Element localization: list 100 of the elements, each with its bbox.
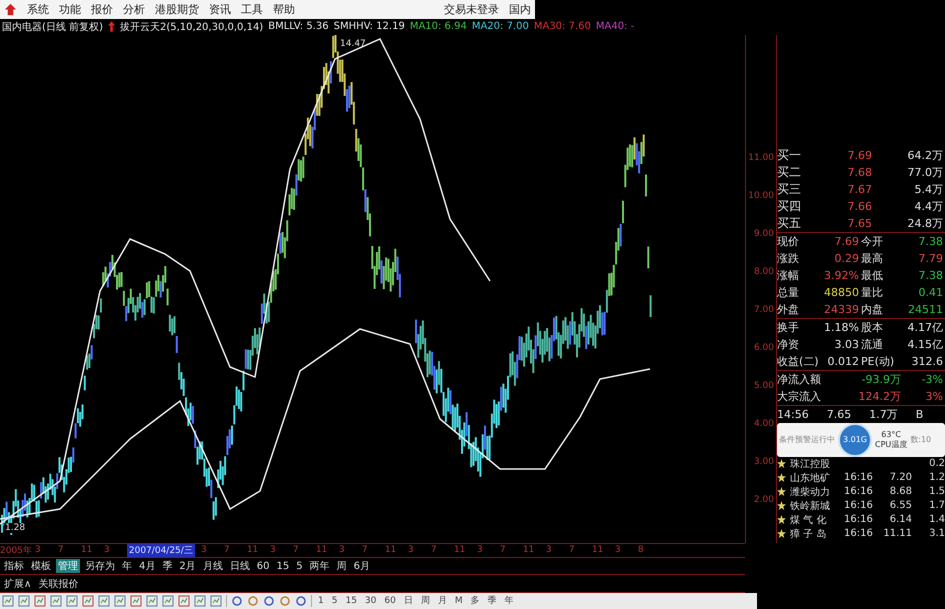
period-tab[interactable]: 模板 bbox=[29, 559, 53, 574]
period-tab[interactable]: 日线 bbox=[228, 559, 252, 574]
period-button[interactable]: 日 bbox=[402, 594, 415, 608]
toolbar-icon[interactable] bbox=[210, 594, 222, 607]
watchlist-row[interactable]: 山东地矿 16:16 7.20 1.2 bbox=[777, 470, 945, 485]
period-button[interactable]: 年 bbox=[502, 594, 516, 608]
quote-label: 今开 bbox=[861, 234, 884, 249]
period-button[interactable]: 周 bbox=[418, 594, 432, 608]
toolbar-icon[interactable] bbox=[34, 594, 46, 607]
menu-item[interactable]: 资讯 bbox=[209, 2, 231, 18]
period-tab[interactable]: 管理 bbox=[56, 559, 80, 574]
period-tab[interactable]: 4月 bbox=[137, 559, 158, 574]
menu-item[interactable]: 系统 bbox=[27, 2, 49, 18]
period-tab[interactable]: 15 bbox=[274, 559, 292, 574]
period-tab[interactable]: 指标 bbox=[2, 559, 26, 574]
period-button[interactable]: 5 bbox=[330, 596, 340, 606]
menu-item[interactable]: 帮助 bbox=[273, 2, 295, 18]
toolbar-icon[interactable] bbox=[178, 594, 190, 607]
period-button[interactable]: 季 bbox=[486, 594, 499, 608]
watchlist-row[interactable]: 煤 气 化 16:16 6.14 1.4 bbox=[777, 512, 945, 527]
bid-label: 买四 bbox=[777, 198, 802, 215]
quote-value: 48850 bbox=[823, 286, 860, 299]
time-axis-label: 7 bbox=[224, 545, 231, 556]
bid-price: 7.69 bbox=[846, 148, 872, 162]
price-axis-label: 7.00 bbox=[754, 304, 774, 315]
menu-item[interactable]: 报价 bbox=[91, 2, 113, 18]
menu-item[interactable]: 功能 bbox=[59, 2, 81, 18]
quote-label: 最低 bbox=[861, 268, 884, 283]
period-button[interactable]: 30 bbox=[362, 596, 378, 606]
menu-item[interactable]: 交易未登录 bbox=[444, 2, 499, 18]
bid-volume: 4.4万 bbox=[914, 198, 944, 214]
period-button[interactable]: 多 bbox=[468, 594, 482, 608]
period-tab[interactable]: 60 bbox=[254, 559, 272, 574]
toolbar-icon[interactable] bbox=[50, 594, 62, 607]
period-tab[interactable]: 6月 bbox=[352, 559, 372, 574]
toolbar-icon[interactable] bbox=[231, 594, 243, 607]
quote-label: 内盘 bbox=[861, 302, 884, 317]
tick-value: 14:56 bbox=[777, 408, 809, 421]
star-icon bbox=[777, 501, 786, 510]
toolbar-icon[interactable] bbox=[194, 594, 206, 607]
toolbar-icon[interactable] bbox=[247, 594, 259, 607]
time-axis-label: 11 bbox=[522, 545, 536, 556]
period-tab[interactable]: 5 bbox=[294, 559, 305, 574]
time-axis-label: 7 bbox=[58, 545, 65, 556]
toolbar-icon[interactable] bbox=[295, 594, 307, 607]
time-axis-label: 2005年 bbox=[0, 544, 33, 557]
bid-volume: 64.2万 bbox=[906, 148, 944, 163]
toolbar-icon[interactable] bbox=[82, 594, 94, 607]
period-tab[interactable]: 另存为 bbox=[83, 559, 117, 574]
period-tab[interactable]: 年 bbox=[120, 559, 134, 574]
watchlist-row[interactable]: 珠江控股 0.2 bbox=[777, 456, 945, 471]
period-tab[interactable]: 两年 bbox=[308, 559, 332, 574]
toolbar-icon[interactable] bbox=[162, 594, 174, 607]
time-axis-label: 8 bbox=[638, 545, 645, 556]
toolbar-icon[interactable] bbox=[18, 594, 30, 607]
time-axis-label: 7 bbox=[568, 545, 576, 556]
quote-value: 4.17亿 bbox=[906, 320, 944, 335]
toolbar-icon[interactable] bbox=[130, 594, 142, 607]
quote-label: 收益(二) bbox=[777, 354, 820, 369]
tick-value: 7.65 bbox=[826, 408, 852, 421]
bid-price: 7.68 bbox=[846, 166, 872, 179]
toolbar-icon[interactable] bbox=[66, 594, 78, 607]
flow-amount: -93.9万 bbox=[860, 372, 901, 387]
period-button[interactable]: 15 bbox=[343, 596, 359, 606]
menu-item[interactable]: 国内 bbox=[509, 2, 531, 18]
indicator-value: SMHHV: 12.19 bbox=[334, 21, 405, 32]
toolbar-icon[interactable] bbox=[279, 594, 291, 607]
quote-value: 3.92% bbox=[823, 268, 860, 282]
period-button[interactable]: 60 bbox=[382, 596, 398, 606]
period-tab[interactable]: 季 bbox=[160, 559, 174, 574]
period-tab[interactable]: 月线 bbox=[200, 559, 225, 574]
quote-value: 3.03 bbox=[834, 338, 860, 351]
watchlist-row[interactable]: 獐 子 岛 16:16 11.11 3.1 bbox=[777, 526, 945, 541]
expand-tab[interactable]: 扩展∧ bbox=[2, 576, 34, 590]
menu-item[interactable]: 港股期货 bbox=[155, 2, 199, 18]
expand-tab[interactable]: 关联报价 bbox=[36, 576, 80, 590]
bid-price: 7.67 bbox=[846, 182, 872, 196]
period-tab[interactable]: 2月 bbox=[177, 559, 198, 574]
watchlist-row[interactable]: 铁岭新城 16:16 6.55 1.7 bbox=[777, 498, 945, 513]
time-axis-label: 3 bbox=[614, 545, 622, 556]
toolbar-icon[interactable] bbox=[2, 594, 14, 607]
quote-label: 股本 bbox=[861, 320, 884, 335]
period-button[interactable]: M bbox=[452, 596, 465, 606]
time-axis-label: 7 bbox=[292, 545, 300, 556]
period-button[interactable]: 月 bbox=[436, 594, 449, 608]
time-axis-label: 3 bbox=[104, 545, 111, 556]
toolbar-icon[interactable] bbox=[146, 594, 158, 607]
toolbar-icon[interactable] bbox=[263, 594, 275, 607]
toolbar-icon[interactable] bbox=[114, 594, 126, 607]
period-button[interactable]: 1 bbox=[316, 596, 326, 606]
logo-icon[interactable] bbox=[4, 3, 17, 16]
quote-label: 总量 bbox=[777, 284, 800, 300]
time-axis-label: 7 bbox=[430, 545, 438, 556]
menu-item[interactable]: 分析 bbox=[123, 2, 145, 18]
watchlist-row[interactable]: 潍柴动力 16:16 8.68 1.5 bbox=[777, 484, 945, 499]
menu-item[interactable]: 工具 bbox=[241, 2, 263, 18]
period-tab[interactable]: 周 bbox=[334, 559, 349, 574]
toolbar-icon[interactable] bbox=[98, 594, 110, 607]
memory-ball[interactable]: 3.01G bbox=[838, 422, 872, 457]
quote-label: 外盘 bbox=[777, 302, 800, 317]
